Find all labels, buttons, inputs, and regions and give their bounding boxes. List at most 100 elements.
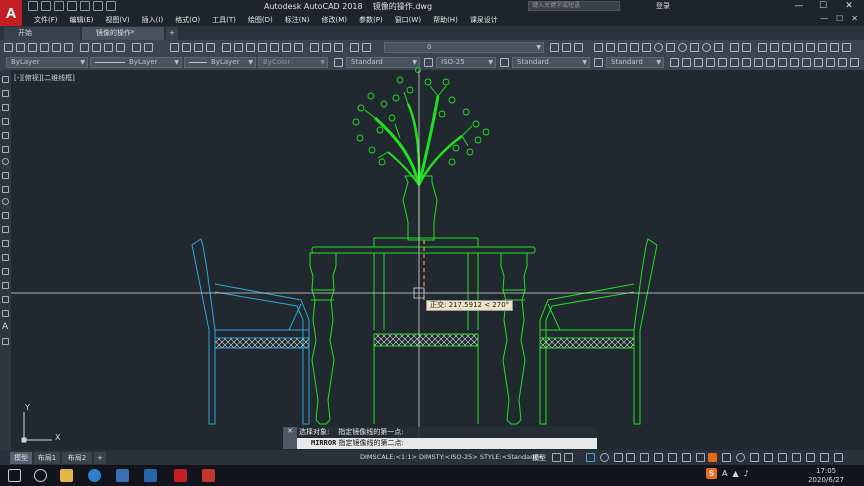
file-explorer-icon[interactable] [60, 469, 73, 482]
menu-help[interactable]: 帮助(H) [427, 15, 464, 25]
isolate-objects-icon[interactable] [792, 453, 801, 462]
transparency-icon[interactable] [668, 453, 677, 462]
drawing-canvas[interactable] [11, 70, 864, 450]
extend-icon[interactable] [790, 58, 799, 67]
close-button[interactable]: ✕ [840, 0, 858, 12]
gradient-icon[interactable] [782, 43, 791, 52]
zoom-realtime-icon[interactable] [182, 43, 191, 52]
command-close-button[interactable]: ✕ [283, 427, 297, 449]
linetype-combo[interactable]: ByLayer ▼ [90, 57, 182, 68]
selection-cycling-icon[interactable] [682, 453, 691, 462]
ellipse-arc-icon[interactable] [714, 43, 723, 52]
tab-start[interactable]: 开始 [4, 27, 80, 40]
browser-icon[interactable] [88, 469, 101, 482]
plot-icon[interactable] [40, 43, 49, 52]
polygon-icon[interactable] [630, 43, 639, 52]
dim-style-icon[interactable] [424, 58, 433, 67]
command-input[interactable]: MIRROR 指定镜像线的第二点: [297, 438, 597, 449]
rotate-icon[interactable] [742, 58, 751, 67]
new-icon[interactable] [4, 43, 13, 52]
spline-icon[interactable] [2, 186, 9, 193]
construction-line-icon[interactable] [606, 43, 615, 52]
layer-match-icon[interactable] [562, 43, 571, 52]
mirror-icon[interactable] [694, 58, 703, 67]
search-input[interactable]: 键入关键字或短语 [528, 1, 620, 11]
polar-tracking-icon[interactable] [600, 453, 609, 462]
minimize-button[interactable]: — [790, 0, 808, 12]
menu-draw[interactable]: 绘图(D) [242, 15, 279, 25]
arc-icon[interactable] [666, 43, 675, 52]
table-icon[interactable] [2, 310, 9, 317]
doc-close-button[interactable]: ✕ [851, 14, 858, 23]
region-icon[interactable] [2, 296, 9, 303]
make-block-icon[interactable] [2, 240, 9, 247]
menu-edit[interactable]: 编辑(E) [64, 15, 100, 25]
customization-menu-icon[interactable] [834, 453, 843, 462]
maximize-button[interactable]: ☐ [814, 0, 832, 12]
ellipse-arc-icon[interactable] [2, 212, 9, 219]
hatch-icon[interactable] [2, 268, 9, 275]
gradient-icon[interactable] [2, 282, 9, 289]
language-indicator[interactable]: A [722, 469, 727, 478]
grid-apps-icon[interactable] [778, 453, 787, 462]
trim-icon[interactable] [778, 58, 787, 67]
zoom-window-icon[interactable] [194, 43, 203, 52]
open-file-icon[interactable] [41, 1, 51, 11]
multiline-text-icon[interactable] [818, 43, 827, 52]
line-icon[interactable] [594, 43, 603, 52]
paste-icon[interactable] [104, 43, 113, 52]
circle-icon[interactable] [654, 43, 663, 52]
menu-tools[interactable]: 工具(T) [206, 15, 242, 25]
tab-model[interactable]: 模型 [10, 452, 32, 464]
grid-icon[interactable] [552, 453, 561, 462]
text-icon[interactable]: A [2, 323, 9, 332]
insert-block-icon[interactable] [730, 43, 739, 52]
layer-state-icon[interactable] [322, 43, 331, 52]
point-icon[interactable] [2, 254, 9, 261]
sheet-set-icon[interactable] [258, 43, 267, 52]
video-app-icon[interactable] [202, 469, 215, 482]
more-tools-icon[interactable] [842, 43, 851, 52]
open-icon[interactable] [16, 43, 25, 52]
menu-parametric[interactable]: 参数(P) [353, 15, 389, 25]
polygon-icon[interactable] [2, 118, 9, 125]
tab-layout1[interactable]: 布局1 [34, 452, 60, 464]
zoom-previous-icon[interactable] [206, 43, 215, 52]
arc-icon[interactable] [2, 146, 9, 153]
ellipse-icon[interactable] [702, 43, 711, 52]
shirt-icon[interactable] [764, 453, 773, 462]
isodraft-icon[interactable] [614, 453, 623, 462]
workspace-icon[interactable] [722, 453, 731, 462]
layer-combo[interactable]: 0 ▼ [384, 42, 544, 53]
object-snap-icon[interactable] [640, 453, 649, 462]
ime-sogou-indicator[interactable]: S [706, 468, 717, 479]
text-style-combo[interactable]: Standard ▼ [346, 57, 420, 68]
circle-icon[interactable] [2, 158, 9, 165]
polyline-icon[interactable] [2, 104, 9, 111]
layer-isolate-icon[interactable] [574, 43, 583, 52]
doc-minimize-button[interactable]: — [820, 14, 828, 23]
table-style-icon[interactable] [500, 58, 509, 67]
copy-icon[interactable] [92, 43, 101, 52]
erase-icon[interactable] [670, 58, 679, 67]
match-properties-icon[interactable] [116, 43, 125, 52]
dim-style-combo[interactable]: ISO-25 ▼ [436, 57, 496, 68]
pan-icon[interactable] [170, 43, 179, 52]
rectangle-icon[interactable] [642, 43, 651, 52]
keyboard-icon[interactable] [750, 453, 759, 462]
design-center-icon[interactable] [234, 43, 243, 52]
stretch-icon[interactable] [766, 58, 775, 67]
word-icon[interactable] [144, 469, 157, 482]
object-snap-tracking-icon[interactable] [626, 453, 635, 462]
mleader-style-combo[interactable]: Standard ▼ [606, 57, 664, 68]
rectangle-icon[interactable] [2, 132, 9, 139]
fillet-icon[interactable] [838, 58, 847, 67]
add-selected-icon[interactable] [830, 43, 839, 52]
add-layout-button[interactable]: + [94, 452, 106, 464]
volume-icon[interactable]: ♪ [744, 469, 749, 478]
polyline-icon[interactable] [618, 43, 627, 52]
clean-screen-icon[interactable] [820, 453, 829, 462]
spline-icon[interactable] [690, 43, 699, 52]
color-combo[interactable]: ByLayer ▼ [6, 57, 88, 68]
new-file-icon[interactable] [28, 1, 38, 11]
